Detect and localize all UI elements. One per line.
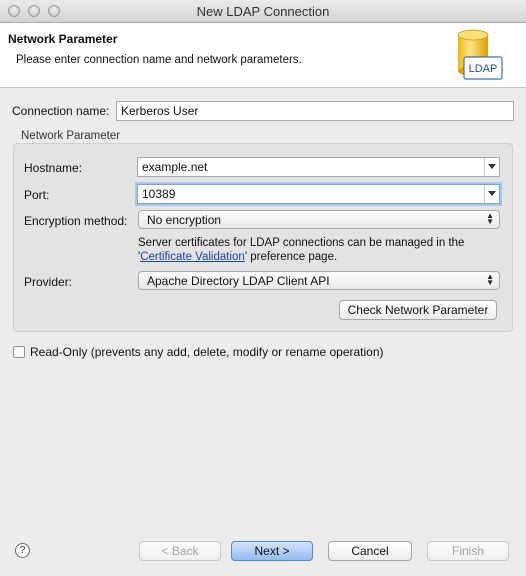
provider-select[interactable]: Apache Directory LDAP Client API ▲ ▼ [138,271,500,290]
finish-button[interactable]: Finish [427,541,509,561]
cancel-button[interactable]: Cancel [328,541,412,561]
encryption-method-value: No encryption [147,213,222,227]
connection-name-input[interactable]: Kerberos User [116,101,514,121]
chevron-down-icon[interactable] [484,158,499,176]
port-combo[interactable]: 10389 [137,184,500,204]
ldap-server-icon: LDAP [457,29,503,80]
check-network-parameter-button[interactable]: Check Network Parameter [339,300,497,320]
wizard-page-description: Please enter connection name and network… [16,54,302,66]
encryption-method-label: Encryption method: [24,214,128,228]
encryption-method-select[interactable]: No encryption ▲ ▼ [138,210,500,229]
wizard-header: Network Parameter Please enter connectio… [0,23,526,88]
port-label: Port: [24,188,50,202]
cert-note-line1: Server certificates for LDAP connections… [138,237,465,249]
read-only-checkbox[interactable] [13,346,25,358]
cert-note-line2: 'Certificate Validation' preference page… [138,251,337,263]
svg-text:LDAP: LDAP [469,63,498,75]
read-only-label: Read-Only (prevents any add, delete, mod… [30,345,384,359]
provider-label: Provider: [24,275,73,289]
hostname-label: Hostname: [24,161,83,175]
network-parameter-group-title: Network Parameter [21,130,121,142]
next-button[interactable]: Next > [231,541,313,561]
port-value: 10389 [142,187,176,201]
wizard-page-title: Network Parameter [8,32,118,46]
chevron-down-icon[interactable] [484,185,499,203]
window-title: New LDAP Connection [196,4,330,19]
up-down-arrows-icon: ▲ ▼ [486,211,494,226]
certificate-validation-link[interactable]: Certificate Validation [140,251,245,263]
up-down-arrows-icon: ▲ ▼ [486,272,494,287]
back-button[interactable]: < Back [139,541,221,561]
hostname-combo[interactable]: example.net [137,157,500,177]
hostname-value: example.net [142,160,208,174]
connection-name-label: Connection name: [12,104,110,118]
provider-value: Apache Directory LDAP Client API [147,274,330,288]
cert-note-suffix: ' preference page. [244,251,338,263]
help-icon[interactable]: ? [15,543,30,558]
window-titlebar: New LDAP Connection [0,0,526,23]
